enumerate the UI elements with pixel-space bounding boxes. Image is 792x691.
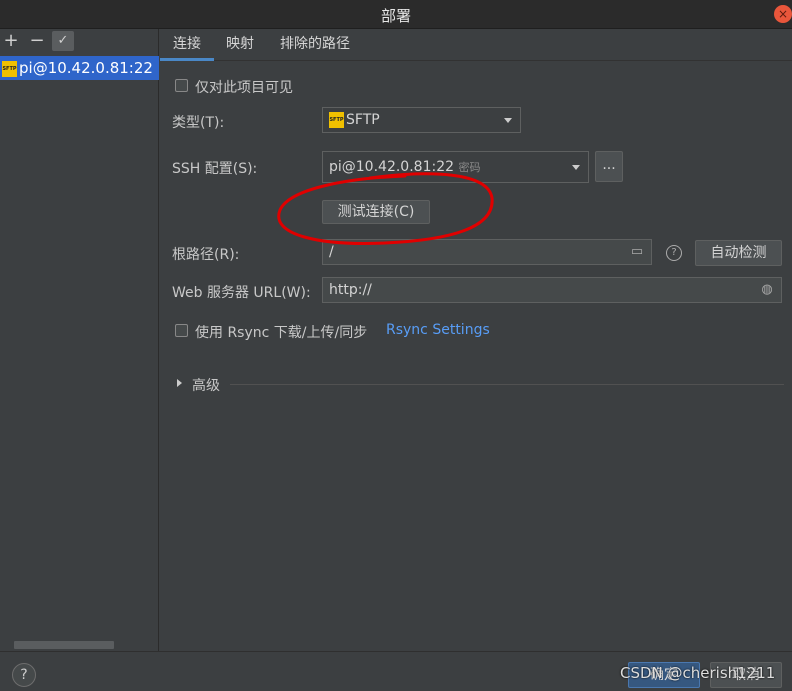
check-icon[interactable]: ✓ bbox=[52, 31, 74, 51]
web-server-url-field[interactable]: http:// ◍ bbox=[322, 277, 782, 303]
divider bbox=[230, 384, 784, 385]
tab-mappings[interactable]: 映射 bbox=[213, 29, 267, 61]
tab-connection[interactable]: 连接 bbox=[160, 29, 214, 61]
root-path-field[interactable]: / ▭ bbox=[322, 239, 652, 265]
tab-bar: 连接 映射 排除的路径 bbox=[160, 29, 792, 61]
web-server-url-value: http:// bbox=[329, 282, 372, 298]
rsync-label: 使用 Rsync 下载/上传/同步 bbox=[195, 325, 368, 341]
type-label: 类型(T): bbox=[172, 115, 225, 131]
ssh-config-select[interactable]: pi@10.42.0.81:22 密码 bbox=[322, 151, 589, 183]
chevron-down-icon bbox=[572, 165, 580, 170]
globe-icon[interactable]: ◍ bbox=[759, 282, 775, 298]
rsync-settings-link[interactable]: Rsync Settings bbox=[386, 322, 490, 338]
close-icon[interactable]: × bbox=[774, 5, 792, 23]
server-label: pi@10.42.0.81:22 p bbox=[19, 59, 159, 77]
chevron-down-icon bbox=[504, 118, 512, 123]
web-server-url-label: Web 服务器 URL(W): bbox=[172, 285, 311, 301]
tab-excluded-paths[interactable]: 排除的路径 bbox=[267, 29, 363, 61]
window-title: 部署 bbox=[380, 7, 411, 25]
ssh-config-value: pi@10.42.0.81:22 bbox=[329, 159, 455, 175]
advanced-section-toggle[interactable]: 高级 bbox=[192, 375, 220, 395]
sftp-icon: SFTP bbox=[329, 112, 344, 128]
chevron-right-icon[interactable] bbox=[177, 379, 182, 387]
title-bar: 部署 × bbox=[0, 0, 792, 29]
ssh-config-more-button[interactable]: ... bbox=[595, 151, 623, 182]
type-select[interactable]: SFTP SFTP bbox=[322, 107, 521, 133]
remove-icon[interactable]: − bbox=[26, 31, 48, 51]
type-value: SFTP bbox=[346, 112, 380, 128]
rsync-checkbox[interactable] bbox=[175, 324, 188, 337]
autodetect-button[interactable]: 自动检测 bbox=[695, 240, 782, 266]
server-list-panel: + − ✓ SFTP pi@10.42.0.81:22 p bbox=[0, 29, 159, 651]
visible-only-checkbox[interactable] bbox=[175, 79, 188, 92]
horizontal-scrollbar[interactable] bbox=[14, 641, 114, 649]
visible-only-label: 仅对此项目可见 bbox=[195, 80, 293, 96]
server-list-toolbar: + − ✓ bbox=[0, 29, 159, 53]
help-icon[interactable]: ? bbox=[666, 245, 682, 261]
test-connection-button[interactable]: 测试连接(C) bbox=[322, 200, 430, 224]
ssh-auth-hint: 密码 bbox=[458, 161, 481, 174]
root-path-value: / bbox=[329, 244, 334, 260]
ssh-config-label: SSH 配置(S): bbox=[172, 161, 258, 177]
folder-icon[interactable]: ▭ bbox=[629, 244, 645, 260]
root-path-label: 根路径(R): bbox=[172, 247, 240, 263]
watermark: CSDN @cherish1211 bbox=[620, 664, 776, 682]
help-button[interactable]: ? bbox=[12, 663, 36, 687]
sftp-icon: SFTP bbox=[2, 60, 17, 77]
add-icon[interactable]: + bbox=[0, 31, 22, 51]
server-list-item[interactable]: SFTP pi@10.42.0.81:22 p bbox=[0, 56, 159, 80]
